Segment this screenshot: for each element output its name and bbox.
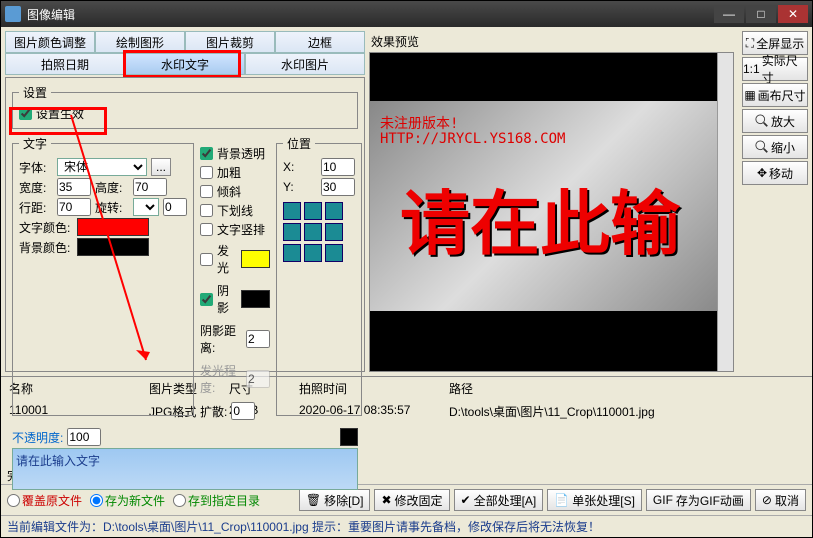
radio-saveto-dir[interactable]: 存到指定目录 (173, 492, 260, 509)
action-单张处理[S][interactable]: 📄单张处理[S] (547, 489, 642, 511)
pos-x-input[interactable] (321, 158, 355, 176)
shadow-dist-input[interactable] (246, 330, 270, 348)
titlebar: 图像编辑 — □ ✕ (1, 1, 812, 27)
side-实际尺寸[interactable]: 1:1实际尺寸 (742, 57, 808, 81)
settings-fieldset: 设置 设置生效 (12, 84, 358, 129)
action-全部处理[A][interactable]: ✔全部处理[A] (454, 489, 544, 511)
position-grid[interactable] (283, 202, 355, 262)
spread-input[interactable] (231, 402, 255, 420)
underline-check[interactable]: 下划线 (200, 202, 270, 219)
action-修改固定[interactable]: ✖修改固定 (374, 489, 449, 511)
app-icon (5, 6, 21, 22)
watermark-main-text: 请在此输 (400, 168, 680, 269)
minimize-button[interactable]: — (714, 5, 744, 23)
height-input[interactable] (133, 178, 167, 196)
side-缩小[interactable]: 缩小 (742, 135, 808, 159)
tab-拍照日期[interactable]: 拍照日期 (5, 53, 125, 75)
opacity-input[interactable] (67, 428, 101, 446)
font-select[interactable]: 宋体 (57, 158, 147, 176)
rotate-deg-input[interactable] (163, 198, 187, 216)
side-移动[interactable]: ✥移动 (742, 161, 808, 185)
italic-check[interactable]: 倾斜 (200, 183, 270, 200)
glow-ext-input[interactable] (246, 370, 270, 388)
bold-check[interactable]: 加粗 (200, 164, 270, 181)
tab-水印图片[interactable]: 水印图片 (245, 53, 365, 75)
window-title: 图像编辑 (27, 6, 75, 23)
enable-checkbox-input[interactable] (19, 107, 32, 120)
tab-边框[interactable]: 边框 (275, 31, 365, 53)
rotate-dir-select[interactable]: - (133, 198, 159, 216)
action-取消[interactable]: ⊘取消 (755, 489, 806, 511)
glow-color-swatch[interactable] (241, 250, 270, 268)
position-fieldset: 位置 X: Y: (276, 135, 362, 416)
watermark-unregistered-1: 未注册版本! (380, 113, 458, 133)
text-fieldset: 文字 字体: 宋体 ... 宽度: 高度: (12, 135, 194, 416)
watermark-text-input[interactable]: 请在此输入文字 (12, 448, 358, 490)
linespace-input[interactable] (57, 198, 91, 216)
bg-color-swatch[interactable] (77, 238, 149, 256)
vertical-check[interactable]: 文字竖排 (200, 221, 270, 238)
extra-color-swatch[interactable] (340, 428, 358, 446)
preview-title: 效果预览 (369, 31, 734, 52)
tab-图片裁剪[interactable]: 图片裁剪 (185, 31, 275, 53)
enable-checkbox[interactable]: 设置生效 (19, 105, 351, 122)
tab-水印文字[interactable]: 水印文字 (125, 53, 245, 75)
pos-y-input[interactable] (321, 178, 355, 196)
action-移除[D][interactable]: 🗑移除[D] (299, 489, 371, 511)
side-放大[interactable]: 放大 (742, 109, 808, 133)
info-header: 路径 (447, 379, 806, 398)
maximize-button[interactable]: □ (746, 5, 776, 23)
text-color-swatch[interactable] (77, 218, 149, 236)
info-value: D:\tools\桌面\图片\11_Crop\110001.jpg (447, 402, 806, 421)
bg-transparent-check[interactable]: 背景透明 (200, 145, 270, 162)
settings-legend: 设置 (19, 84, 51, 101)
font-pick-button[interactable]: ... (151, 158, 171, 176)
tab-图片颜色调整[interactable]: 图片颜色调整 (5, 31, 95, 53)
shadow-check[interactable]: 阴影 (200, 282, 237, 316)
width-input[interactable] (57, 178, 91, 196)
close-button[interactable]: ✕ (778, 5, 808, 23)
side-画布尺寸[interactable]: ▦画布尺寸 (742, 83, 808, 107)
tab-绘制图形[interactable]: 绘制图形 (95, 31, 185, 53)
radio-overwrite[interactable]: 覆盖原文件 (7, 492, 82, 509)
glow-check[interactable]: 发光 (200, 242, 237, 276)
shadow-color-swatch[interactable] (241, 290, 270, 308)
opacity-label: 不透明度: (12, 429, 63, 446)
watermark-unregistered-2: HTTP://JRYCL.YS168.COM (380, 131, 565, 147)
preview-area: 未注册版本! HTTP://JRYCL.YS168.COM 请在此输 (369, 52, 734, 372)
action-存为GIF动画[interactable]: GIF存为GIF动画 (646, 489, 751, 511)
status-bar: 当前编辑文件为：D:\tools\桌面\图片\11_Crop\110001.jp… (1, 515, 812, 537)
preview-scrollbar[interactable] (717, 53, 733, 371)
radio-saveas-new[interactable]: 存为新文件 (90, 492, 165, 509)
